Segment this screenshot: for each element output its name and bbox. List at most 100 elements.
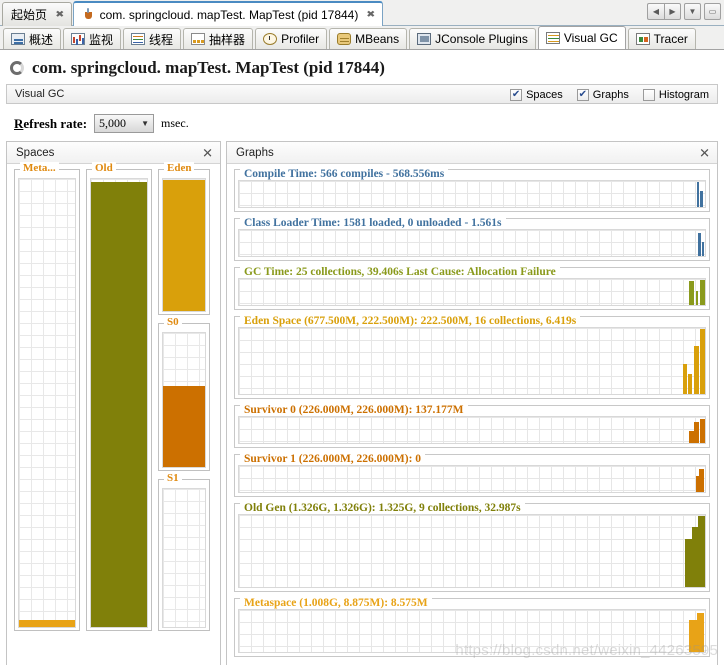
prev-arrow-icon[interactable]: ◀ — [647, 3, 664, 20]
checkbox-box[interactable]: ✔ — [576, 89, 589, 101]
graph-title: Eden Space (677.500M, 222.500M): 222.500… — [240, 315, 581, 327]
space-bar — [162, 488, 206, 628]
graph-class-loader-time[interactable]: Class Loader Time: 1581 loaded, 0 unload… — [234, 217, 710, 261]
graph-eden-space[interactable]: Eden Space (677.500M, 222.500M): 222.500… — [234, 315, 710, 399]
space-bar-fill — [163, 180, 205, 311]
graph-compile-time[interactable]: Compile Time: 566 compiles - 568.556ms — [234, 168, 710, 212]
profiler-icon — [263, 33, 278, 45]
tab-sampler[interactable]: 抽样器 — [183, 28, 254, 49]
graph-title: GC Time: 25 collections, 39.406s Last Ca… — [240, 266, 560, 278]
graph-survivor-0[interactable]: Survivor 0 (226.000M, 226.000M): 137.177… — [234, 404, 710, 448]
refresh-rate-unit: msec. — [161, 116, 189, 130]
subtab-label: Visual GC — [15, 88, 65, 100]
document-tab-maptest[interactable]: com. springcloud. mapTest. MapTest (pid … — [72, 1, 383, 26]
spaces-panel-body: Meta... Old Eden S0 S1 — [7, 162, 220, 635]
tab-label: 抽样器 — [209, 32, 246, 47]
graph-frame — [234, 316, 710, 399]
graph-data-spike — [694, 422, 700, 443]
graph-metaspace[interactable]: Metaspace (1.008G, 8.875M): 8.575M — [234, 597, 710, 657]
tab-visual-gc[interactable]: Visual GC — [537, 26, 626, 49]
tab-mbeans[interactable]: MBeans — [329, 28, 408, 49]
page-title-text: com. springcloud. mapTest. MapTest (pid … — [32, 58, 385, 77]
tab-label: Profiler — [281, 32, 320, 46]
tab-threads[interactable]: 线程 — [123, 28, 182, 49]
graph-frame — [234, 503, 710, 592]
graph-canvas — [238, 278, 706, 306]
graph-data-spike — [695, 290, 699, 305]
close-icon[interactable]: ✕ — [699, 146, 710, 159]
graph-data-spike — [682, 363, 687, 394]
graph-title: Old Gen (1.326G, 1.326G): 1.325G, 9 coll… — [240, 502, 525, 514]
graphs-panel-header: Graphs ✕ — [227, 142, 717, 164]
space-box-meta[interactable]: Meta... — [14, 162, 80, 631]
tab-label: 监视 — [89, 32, 114, 47]
checkbox-spaces[interactable]: ✔ Spaces — [510, 89, 563, 101]
graph-title: Survivor 1 (226.000M, 226.000M): 0 — [240, 453, 426, 465]
close-icon[interactable]: ✖ — [55, 9, 64, 20]
graph-canvas — [238, 514, 706, 588]
checkbox-box[interactable] — [642, 89, 655, 101]
graph-old-gen[interactable]: Old Gen (1.326G, 1.326G): 1.325G, 9 coll… — [234, 502, 710, 592]
panels-container: Spaces ✕ Meta... Old Eden S0 S1 Graphs ✕ Com… — [0, 141, 724, 665]
checkbox-label: Histogram — [658, 89, 709, 101]
refresh-rate-row: Refresh rate: 5,000 ▼ msec. — [0, 104, 724, 141]
space-box-eden[interactable]: Eden — [158, 162, 210, 315]
tab-label: MBeans — [355, 32, 400, 46]
close-icon[interactable]: ✖ — [367, 9, 376, 20]
tab-jconsole-plugins[interactable]: JConsole Plugins — [409, 28, 536, 49]
tab-profiler[interactable]: Profiler — [255, 28, 328, 49]
checkbox-histogram[interactable]: Histogram — [642, 89, 709, 101]
page-title: com. springcloud. mapTest. MapTest (pid … — [0, 50, 724, 84]
tab-label: Visual GC — [563, 31, 618, 45]
graph-survivor-1[interactable]: Survivor 1 (226.000M, 226.000M): 0 — [234, 453, 710, 497]
tab-monitor[interactable]: 监视 — [63, 28, 122, 49]
next-arrow-icon[interactable]: ▶ — [664, 3, 681, 20]
main-content: com. springcloud. mapTest. MapTest (pid … — [0, 50, 724, 665]
graph-data-spike — [699, 418, 705, 443]
space-legend-label: Meta... — [20, 162, 59, 174]
graph-gc-time[interactable]: GC Time: 25 collections, 39.406s Last Ca… — [234, 266, 710, 310]
checkbox-label: Spaces — [526, 89, 563, 101]
space-column-meta: Meta... — [14, 162, 80, 631]
checkbox-box[interactable]: ✔ — [510, 89, 523, 101]
refresh-label-rest: efresh rate: — [23, 115, 88, 131]
graph-title: Metaspace (1.008G, 8.875M): 8.575M — [240, 597, 432, 609]
graphs-panel-title: Graphs — [236, 146, 274, 159]
graphs-panel: Graphs ✕ Compile Time: 566 compiles - 56… — [226, 141, 718, 665]
space-bar — [162, 332, 206, 468]
tab-tracer[interactable]: Tracer — [627, 28, 696, 49]
space-bar — [162, 178, 206, 312]
graph-data-spike — [688, 430, 694, 443]
feature-tab-bar: 概述 监视 线程 抽样器 Profiler MBeans JConsole Pl… — [0, 26, 724, 50]
tracer-icon — [635, 33, 650, 45]
loading-ring-icon — [10, 61, 24, 75]
graph-canvas — [238, 229, 706, 257]
graph-title: Compile Time: 566 compiles - 568.556ms — [240, 168, 449, 180]
graph-data-spike — [688, 374, 693, 394]
chevron-down-icon[interactable]: ▼ — [684, 3, 701, 20]
refresh-mnemonic: R — [14, 115, 24, 131]
space-legend-label: Old — [92, 162, 116, 174]
tab-overview[interactable]: 概述 — [3, 28, 62, 49]
tab-navigation-controls: ◀ ▶ ▼ ▭ — [647, 3, 721, 20]
document-tab-label: com. springcloud. mapTest. MapTest (pid … — [99, 7, 359, 22]
spaces-panel-title: Spaces — [16, 146, 55, 159]
maximize-icon[interactable]: ▭ — [704, 3, 721, 20]
document-tab-label: 起始页 — [11, 8, 48, 22]
graph-canvas — [238, 465, 706, 493]
space-legend-label: Eden — [164, 162, 195, 174]
spaces-panel-header: Spaces ✕ — [7, 142, 220, 164]
space-box-s0[interactable]: S0 — [158, 316, 210, 471]
refresh-rate-value: 5,000 — [99, 116, 127, 130]
space-bar — [90, 178, 148, 628]
space-legend-label: S1 — [164, 472, 182, 484]
graph-canvas — [238, 609, 706, 653]
refresh-rate-select[interactable]: 5,000 ▼ — [94, 114, 155, 133]
space-box-old[interactable]: Old — [86, 162, 152, 631]
space-box-s1[interactable]: S1 — [158, 472, 210, 631]
document-tab-start-page[interactable]: 起始页 ✖ — [2, 2, 72, 26]
close-icon[interactable]: ✕ — [202, 146, 213, 159]
graph-canvas — [238, 327, 706, 395]
sampler-icon — [191, 33, 206, 45]
checkbox-graphs[interactable]: ✔ Graphs — [576, 89, 629, 101]
